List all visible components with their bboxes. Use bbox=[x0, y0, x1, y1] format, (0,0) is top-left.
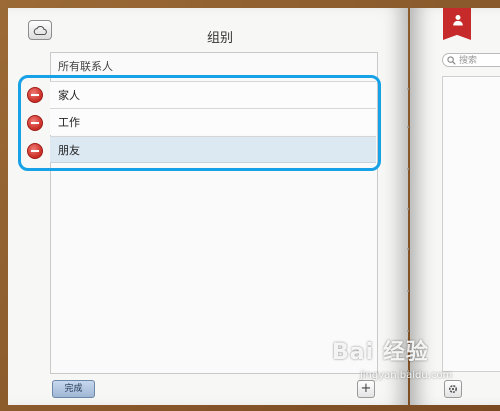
watermark-sub: jingyan.baidu.com bbox=[360, 370, 453, 381]
sync-cloud-button[interactable] bbox=[28, 20, 52, 40]
address-book-window: 组别 所有联系人 家人 工作 朋友 完成 + 搜索 Bai 经验 jingyan… bbox=[0, 0, 500, 411]
search-icon bbox=[447, 56, 456, 65]
cloud-icon bbox=[33, 25, 47, 35]
contacts-list bbox=[442, 76, 500, 372]
person-icon bbox=[453, 15, 463, 26]
watermark-main: Bai 经验 bbox=[332, 340, 429, 365]
done-button[interactable]: 完成 bbox=[52, 380, 95, 398]
baidu-watermark: Bai 经验 jingyan.baidu.com bbox=[332, 334, 492, 394]
annotation-highlight bbox=[18, 75, 381, 171]
page-title: 组别 bbox=[206, 31, 233, 46]
